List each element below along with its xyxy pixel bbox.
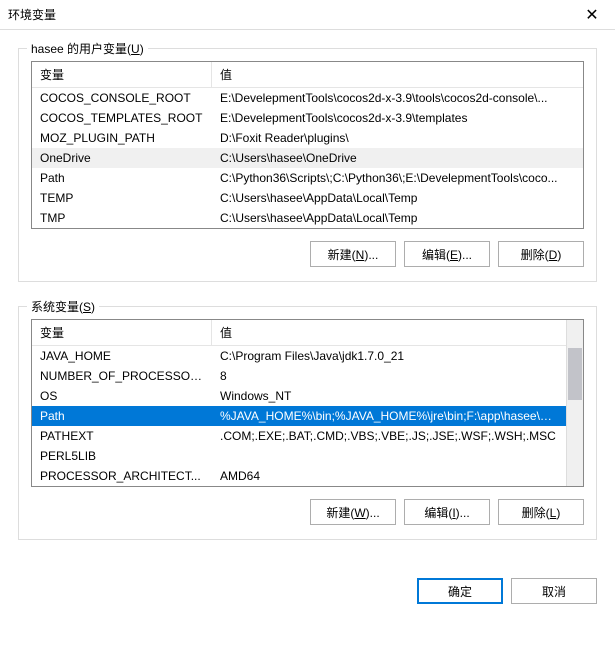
dialog-content: hasee 的用户变量(U) 变量 值 COCOS_CONSOLE_ROOTE:…	[0, 30, 615, 578]
titlebar: 环境变量 ✕	[0, 0, 615, 30]
table-row[interactable]: PROCESSOR_ARCHITECT...AMD64	[32, 466, 566, 486]
system-new-button[interactable]: 新建(W)...	[310, 499, 396, 525]
dialog-buttons: 确定 取消	[0, 578, 615, 618]
scrollbar[interactable]	[566, 320, 583, 486]
system-delete-button[interactable]: 删除(L)	[498, 499, 584, 525]
system-variables-table[interactable]: 变量 值 JAVA_HOMEC:\Program Files\Java\jdk1…	[31, 319, 584, 487]
table-row[interactable]: PathC:\Python36\Scripts\;C:\Python36\;E:…	[32, 168, 583, 188]
scrollbar-thumb[interactable]	[568, 348, 582, 400]
table-header: 变量 值	[32, 320, 583, 346]
user-delete-button[interactable]: 删除(D)	[498, 241, 584, 267]
user-edit-button[interactable]: 编辑(E)...	[404, 241, 490, 267]
table-row[interactable]: COCOS_CONSOLE_ROOTE:\DevelepmentTools\co…	[32, 88, 583, 108]
system-table-body: JAVA_HOMEC:\Program Files\Java\jdk1.7.0_…	[32, 346, 583, 486]
table-row[interactable]: JAVA_HOMEC:\Program Files\Java\jdk1.7.0_…	[32, 346, 566, 366]
user-new-button[interactable]: 新建(N)...	[310, 241, 396, 267]
column-header-name[interactable]: 变量	[32, 320, 212, 345]
table-row[interactable]: PERL5LIB	[32, 446, 566, 466]
table-header: 变量 值	[32, 62, 583, 88]
table-row[interactable]: OneDriveC:\Users\hasee\OneDrive	[32, 148, 583, 168]
window-title: 环境变量	[8, 6, 56, 23]
close-icon: ✕	[585, 5, 598, 25]
user-variables-group: hasee 的用户变量(U) 变量 值 COCOS_CONSOLE_ROOTE:…	[18, 48, 597, 282]
cancel-button[interactable]: 取消	[511, 578, 597, 604]
table-row[interactable]: PATHEXT.COM;.EXE;.BAT;.CMD;.VBS;.VBE;.JS…	[32, 426, 566, 446]
column-header-name[interactable]: 变量	[32, 62, 212, 87]
table-row[interactable]: NUMBER_OF_PROCESSORS8	[32, 366, 566, 386]
system-edit-button[interactable]: 编辑(I)...	[404, 499, 490, 525]
ok-button[interactable]: 确定	[417, 578, 503, 604]
table-row[interactable]: OSWindows_NT	[32, 386, 566, 406]
column-header-value[interactable]: 值	[212, 62, 583, 87]
table-row[interactable]: TEMPC:\Users\hasee\AppData\Local\Temp	[32, 188, 583, 208]
column-header-value[interactable]: 值	[212, 320, 583, 345]
table-row[interactable]: TMPC:\Users\hasee\AppData\Local\Temp	[32, 208, 583, 228]
system-group-label: 系统变量(S)	[27, 298, 99, 315]
close-button[interactable]: ✕	[569, 0, 615, 30]
user-group-label: hasee 的用户变量(U)	[27, 40, 148, 57]
system-buttons: 新建(W)... 编辑(I)... 删除(L)	[31, 499, 584, 525]
user-variables-table[interactable]: 变量 值 COCOS_CONSOLE_ROOTE:\DevelepmentToo…	[31, 61, 584, 229]
table-row[interactable]: COCOS_TEMPLATES_ROOTE:\DevelepmentTools\…	[32, 108, 583, 128]
user-buttons: 新建(N)... 编辑(E)... 删除(D)	[31, 241, 584, 267]
table-row-selected[interactable]: Path%JAVA_HOME%\bin;%JAVA_HOME%\jre\bin;…	[32, 406, 566, 426]
system-variables-group: 系统变量(S) 变量 值 JAVA_HOMEC:\Program Files\J…	[18, 306, 597, 540]
user-table-body: COCOS_CONSOLE_ROOTE:\DevelepmentTools\co…	[32, 88, 583, 228]
table-row[interactable]: MOZ_PLUGIN_PATHD:\Foxit Reader\plugins\	[32, 128, 583, 148]
